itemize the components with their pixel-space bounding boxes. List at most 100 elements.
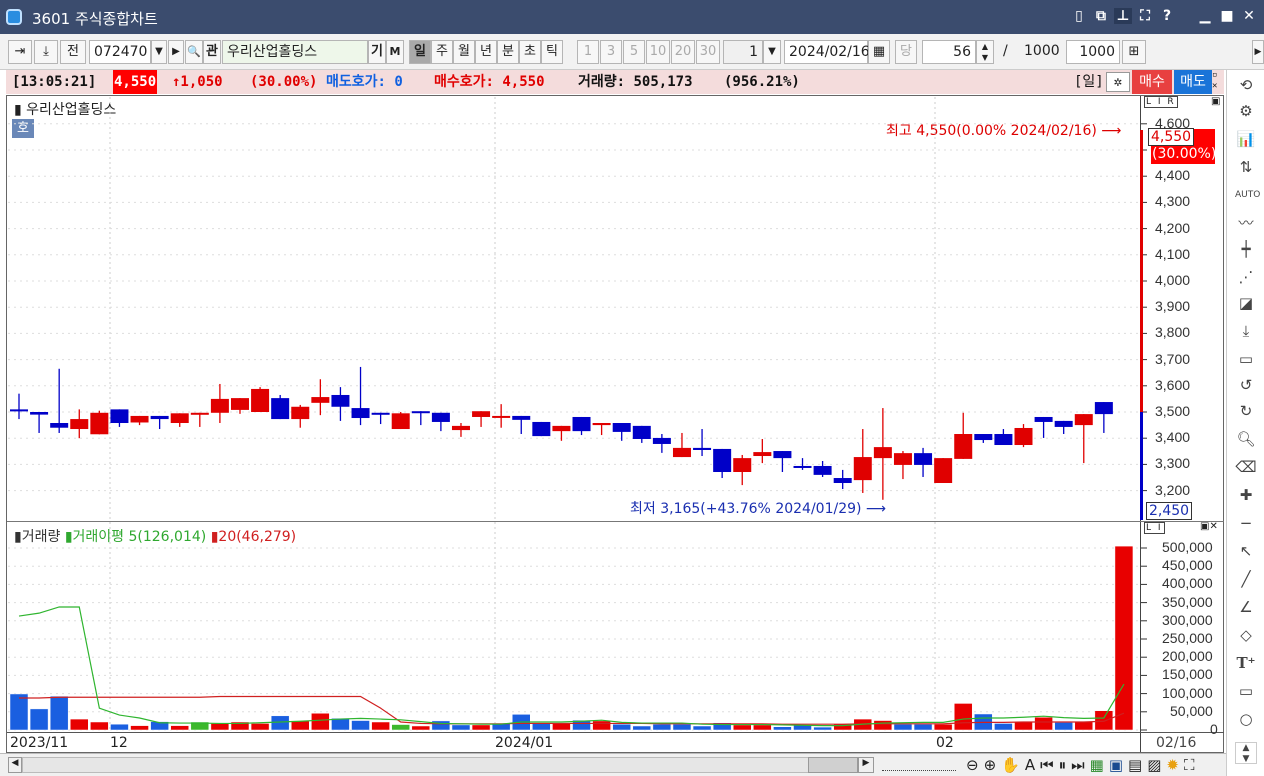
sell-button[interactable]: 매도: [1174, 70, 1212, 94]
settings-gear-icon[interactable]: ✲: [1106, 72, 1130, 92]
add-tool-icon[interactable]: ✚: [1235, 484, 1257, 506]
volume-tick-label: 50,000: [1170, 702, 1213, 719]
xaxis-label-jan: 2024/01: [495, 735, 554, 751]
interval-1[interactable]: 1: [577, 40, 599, 64]
close-icon[interactable]: ✕: [1240, 8, 1258, 24]
rectangle-tool-icon[interactable]: ▭: [1235, 680, 1257, 702]
copy-icon[interactable]: ⧉: [1092, 8, 1110, 24]
interval-30[interactable]: 30: [696, 40, 720, 64]
help-icon[interactable]: ?: [1158, 8, 1176, 24]
buy-button[interactable]: 매수: [1132, 70, 1172, 94]
interval-20[interactable]: 20: [671, 40, 695, 64]
compare-chart-icon[interactable]: ⇅: [1235, 156, 1257, 178]
auto-trendline-icon[interactable]: AUTO: [1235, 184, 1260, 206]
next-arrow-icon[interactable]: ▶: [168, 40, 184, 64]
m-button[interactable]: M: [386, 40, 404, 64]
count-stepper[interactable]: ▲ ▼: [976, 40, 994, 64]
candle-type-icon[interactable]: ┿: [1235, 238, 1257, 260]
stock-code-input[interactable]: 072470: [89, 40, 151, 64]
remove-tool-icon[interactable]: −: [1235, 512, 1257, 534]
line-tool-icon[interactable]: ╱: [1235, 568, 1257, 590]
count-input[interactable]: 56: [922, 40, 976, 64]
calendar-icon[interactable]: ▦: [868, 40, 890, 64]
fullscreen-icon[interactable]: ⛶: [1136, 8, 1154, 24]
ruler-tool-icon[interactable]: ◇: [1235, 624, 1257, 646]
save-icon[interactable]: ▣: [1109, 756, 1128, 774]
watchlist-button[interactable]: 관: [203, 40, 221, 64]
scroll-right-icon[interactable]: ▶: [858, 757, 874, 773]
circle-tool-icon[interactable]: ○: [1235, 708, 1257, 730]
add-icon[interactable]: ⊞: [1122, 40, 1146, 64]
fit-screen-icon[interactable]: ⛶: [1184, 756, 1200, 774]
excel-icon[interactable]: ▦: [1090, 756, 1109, 774]
panel-toggle-icon[interactable]: ▫ ✕: [1212, 70, 1224, 92]
price-scale-lir[interactable]: L I R: [1144, 96, 1178, 108]
download-icon[interactable]: ⤓: [34, 40, 58, 64]
period-second-tab[interactable]: 초: [519, 40, 541, 64]
pin-icon[interactable]: ⊥: [1114, 8, 1132, 24]
expand-arrow-icon[interactable]: ▶: [1252, 40, 1264, 64]
text-a-icon[interactable]: A: [1025, 756, 1040, 774]
volume-tick-label: 100,000: [1162, 684, 1213, 701]
trend-channel-icon[interactable]: 〰: [1235, 212, 1257, 234]
undo-icon[interactable]: ↺: [1235, 374, 1257, 396]
interval-3[interactable]: 3: [600, 40, 622, 64]
gi-button[interactable]: 기: [368, 40, 386, 64]
first-icon[interactable]: ⏮: [1040, 756, 1059, 774]
horizontal-scrollbar[interactable]: [22, 757, 858, 773]
line-chart-icon[interactable]: ⋰: [1235, 266, 1257, 288]
volume-panel-controls-icon[interactable]: ▣✕: [1200, 521, 1218, 532]
period-year-tab[interactable]: 년: [475, 40, 497, 64]
last-icon[interactable]: ⏭: [1071, 756, 1090, 774]
maximize-icon[interactable]: ■: [1218, 8, 1236, 24]
scroll-thumb[interactable]: [808, 757, 858, 773]
interval-5[interactable]: 5: [623, 40, 645, 64]
refresh-icon[interactable]: ⟲: [1235, 74, 1257, 96]
interval-input[interactable]: 1: [723, 40, 763, 64]
angle-tool-icon[interactable]: ∠: [1235, 596, 1257, 618]
period-month-tab[interactable]: 월: [453, 40, 475, 64]
table-icon[interactable]: ▤: [1128, 756, 1147, 774]
settings-icon[interactable]: ⚙: [1235, 100, 1257, 122]
link-button[interactable]: ⇥: [8, 40, 32, 64]
display-count-input[interactable]: 1000: [1066, 40, 1120, 64]
quote-time: [13:05:21]: [12, 74, 97, 90]
pause-icon[interactable]: ⏸: [1059, 756, 1072, 774]
search-icon[interactable]: 🔍: [185, 40, 203, 64]
zoom-out-icon[interactable]: ⊖: [966, 756, 984, 774]
theme-icon[interactable]: ✹: [1166, 756, 1184, 774]
date-input[interactable]: 2024/02/16: [784, 40, 870, 64]
hand-icon[interactable]: ✋: [1001, 756, 1025, 774]
period-day-tab[interactable]: 일: [409, 40, 431, 64]
text-tool-icon[interactable]: T⁺: [1235, 652, 1257, 674]
zoom-in-icon[interactable]: ⊕: [984, 756, 1002, 774]
window-icon[interactable]: ▭: [1235, 348, 1257, 370]
interval-10[interactable]: 10: [646, 40, 670, 64]
scroll-left-icon[interactable]: ◀: [8, 757, 22, 773]
interval-dropdown-icon[interactable]: ▼: [763, 40, 781, 64]
code-dropdown-icon[interactable]: ▼: [151, 40, 167, 64]
chart-icon[interactable]: ▨: [1147, 756, 1166, 774]
magnifier-icon[interactable]: 🔍︎: [1235, 428, 1257, 450]
volume-scale-li[interactable]: L I: [1144, 522, 1165, 534]
toolbar-scroll-icon[interactable]: ▲ ▼: [1235, 742, 1257, 764]
cursor-tool-icon[interactable]: ↖: [1235, 540, 1257, 562]
period-minute-tab[interactable]: 분: [497, 40, 519, 64]
prev-stock-button[interactable]: 전: [60, 40, 86, 64]
period-tick-tab[interactable]: 틱: [541, 40, 563, 64]
price-panel-maximize-icon[interactable]: ▣: [1211, 96, 1220, 107]
stock-name-field[interactable]: 우리산업홀딩스: [222, 40, 368, 64]
eraser-icon[interactable]: ⌫: [1235, 456, 1257, 478]
current-price: 4,550: [113, 70, 158, 94]
current-button[interactable]: 당: [895, 40, 917, 64]
zoom-slider[interactable]: [882, 759, 956, 771]
info-icon[interactable]: ▯: [1070, 8, 1088, 24]
zoom-box-icon[interactable]: ◪: [1235, 292, 1257, 314]
quote-badge[interactable]: 호: [12, 119, 34, 138]
redo-icon[interactable]: ↻: [1235, 400, 1257, 422]
minimize-icon[interactable]: ▁: [1196, 8, 1214, 24]
indicator-chart-icon[interactable]: 📊: [1235, 128, 1257, 150]
save-download-icon[interactable]: ⤓: [1235, 320, 1257, 342]
period-week-tab[interactable]: 주: [431, 40, 453, 64]
chart-controls: ⊖⊕✋A⏮⏸⏭▦▣▤▨✹⛶: [966, 756, 1200, 774]
